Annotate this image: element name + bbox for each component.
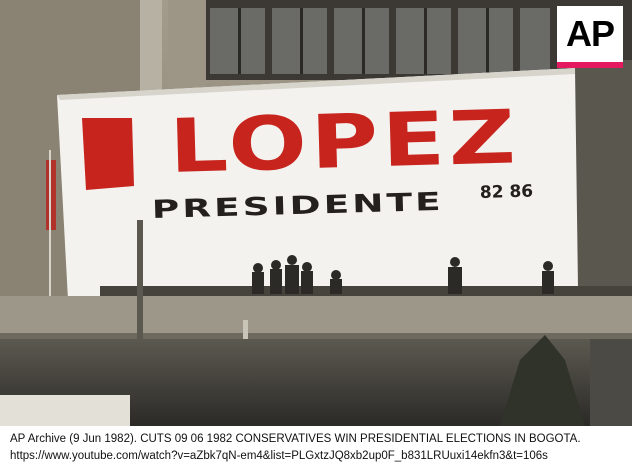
right-facade xyxy=(575,60,632,300)
ap-logo-text: AP xyxy=(565,13,615,54)
banner-red-flag xyxy=(82,118,134,190)
caption-citation: AP Archive (9 Jun 1982). CUTS 09 06 1982… xyxy=(10,433,581,445)
caption-source-url: https://www.youtube.com/watch?v=aZbk7qN-… xyxy=(10,450,548,462)
photo-caption: AP Archive (9 Jun 1982). CUTS 09 06 1982… xyxy=(0,426,632,473)
balcony-slab xyxy=(0,296,632,336)
banner-main-text: LOPEZ xyxy=(168,94,520,190)
news-photo: LOPEZ PRESIDENTE 82 86 AP xyxy=(0,0,632,426)
upper-windows xyxy=(210,8,550,74)
balcony-slab-edge xyxy=(0,333,632,339)
lower-wall-right xyxy=(590,339,632,426)
lower-awning xyxy=(0,395,130,426)
street-scene: LOPEZ PRESIDENTE 82 86 xyxy=(0,0,632,426)
ap-logo: AP xyxy=(557,6,623,68)
banner-years-text: 82 86 xyxy=(480,182,534,203)
